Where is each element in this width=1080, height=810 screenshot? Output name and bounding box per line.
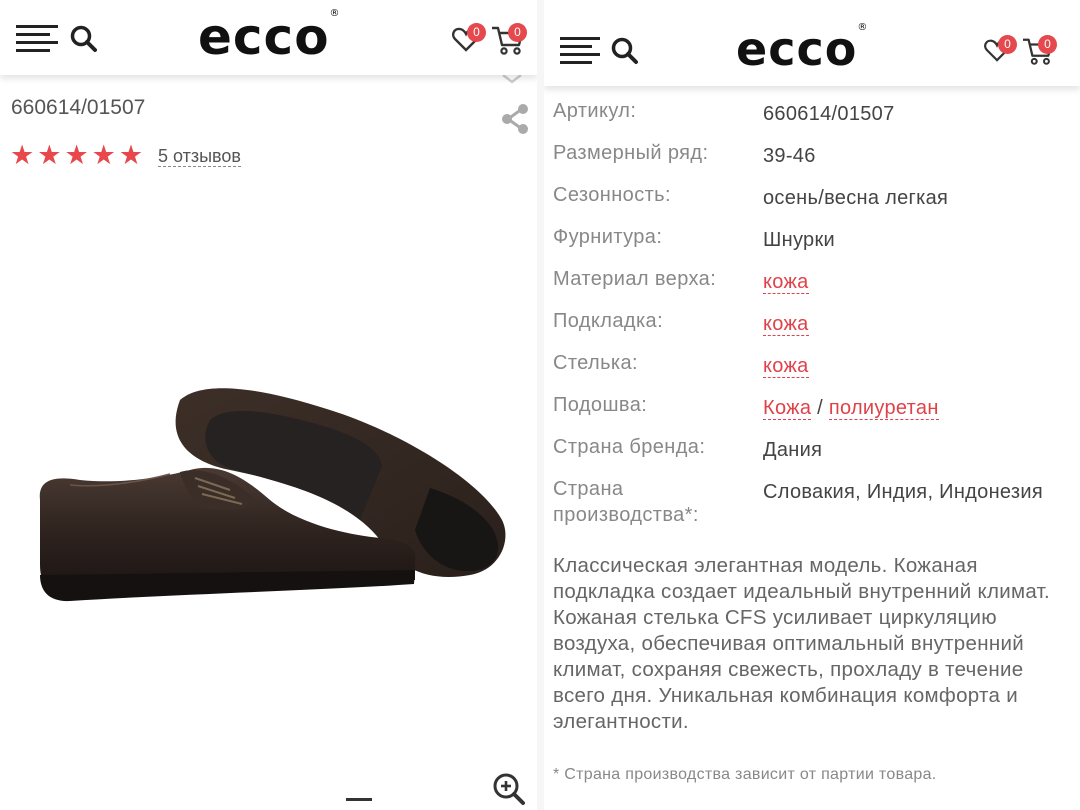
sole-material-link-polyurethane[interactable]: полиуретан [828, 397, 939, 420]
spec-label: Страна производства*: [553, 476, 763, 528]
star-icon: ★ [10, 140, 35, 170]
spec-label-line-1: Страна [553, 478, 624, 500]
spec-label-line-2: производства*: [553, 504, 699, 526]
star-icon: ★ [64, 140, 89, 170]
search-icon[interactable] [610, 36, 640, 66]
spec-row-brand-country: Страна бренда: Дания [553, 434, 1073, 463]
spec-value: осень/весна легкая [763, 187, 949, 209]
spec-value: 660614/01507 [763, 103, 895, 125]
spec-row-article: Артикул: 660614/01507 [553, 98, 1073, 127]
spec-label: Стелька: [553, 352, 638, 374]
star-icon: ★ [37, 140, 62, 170]
wishlist-button[interactable]: 0 [452, 23, 486, 56]
spec-value: Кожа / полиуретан [763, 395, 1073, 421]
top-header: ecco® 0 0 [544, 0, 1080, 86]
cart-button[interactable]: 0 [1022, 35, 1060, 68]
insole-material-link[interactable]: кожа [763, 355, 809, 378]
product-sku: 660614/01507 [11, 96, 146, 119]
screen-divider [537, 0, 544, 810]
cart-button[interactable]: 0 [491, 23, 529, 56]
wishlist-button[interactable]: 0 [984, 35, 1017, 68]
spec-label: Подошва: [553, 394, 648, 416]
spec-value: Шнурки [763, 229, 835, 251]
spec-row-fittings: Фурнитура: Шнурки [553, 224, 1073, 253]
star-icon: ★ [91, 140, 116, 170]
ecco-logo[interactable]: ecco® [736, 22, 868, 76]
spec-label: Подкладка: [553, 310, 664, 332]
cart-count-badge: 0 [508, 23, 527, 42]
spec-label: Артикул: [553, 100, 637, 122]
spec-row-sole: Подошва: Кожа / полиуретан [553, 392, 1073, 421]
search-icon[interactable] [69, 24, 99, 54]
spec-value: Словакия, Индия, Индонезия [763, 481, 1043, 503]
spec-label: Фурнитура: [553, 226, 663, 248]
product-description: Классическая элегантная модель. Кожаная … [553, 554, 1051, 733]
star-icon: ★ [118, 140, 144, 170]
spec-row-lining: Подкладка: кожа [553, 308, 1073, 337]
top-header: ecco® 0 0 [0, 0, 537, 75]
spec-row-season: Сезонность: осень/весна легкая [553, 182, 1073, 211]
sole-separator: / [817, 397, 823, 419]
spec-value: кожа [763, 353, 1073, 379]
spec-label: Страна бренда: [553, 436, 706, 458]
share-icon[interactable] [500, 103, 530, 135]
spec-row-size-range: Размерный ряд: 39-46 [553, 140, 1073, 169]
spec-value: кожа [763, 269, 1073, 295]
spec-value: Дания [763, 439, 823, 461]
spec-row-upper-material: Материал верха: кожа [553, 266, 1073, 295]
reviews-link[interactable]: 5 отзывов [158, 146, 241, 167]
spec-label: Размерный ряд: [553, 142, 709, 164]
product-specs-table: Артикул: 660614/01507 Размерный ряд: 39-… [553, 98, 1073, 541]
upper-material-link[interactable]: кожа [763, 271, 809, 294]
rating-stars: ★ ★ ★ ★ ★ [10, 142, 143, 169]
sole-material-link-leather[interactable]: Кожа [763, 397, 812, 420]
wishlist-count-badge: 0 [467, 23, 486, 42]
spec-label: Материал верха: [553, 268, 717, 290]
lining-material-link[interactable]: кожа [763, 313, 809, 336]
spec-label: Сезонность: [553, 184, 671, 206]
product-shoe-image[interactable] [30, 370, 510, 610]
product-specs-screen: ecco® 0 0 Артикул: 660614/01507 Размерны… [544, 0, 1080, 810]
menu-icon[interactable] [16, 25, 58, 52]
ecco-logo[interactable]: ecco® [198, 8, 341, 66]
cart-count-badge: 0 [1038, 35, 1057, 54]
wishlist-count-badge: 0 [998, 35, 1017, 54]
spec-value: кожа [763, 311, 1073, 337]
menu-icon[interactable] [560, 37, 602, 64]
spec-row-made-in: Страна производства*: Словакия, Индия, И… [553, 476, 1073, 528]
spec-row-insole: Стелька: кожа [553, 350, 1073, 379]
image-pagination-indicator[interactable] [346, 798, 372, 801]
country-footnote: * Страна производства зависит от партии … [553, 766, 937, 783]
spec-value: 39-46 [763, 145, 816, 167]
zoom-in-icon[interactable] [492, 772, 526, 806]
product-image-screen: ecco® 0 0 660614/01507 ★ ★ ★ ★ ★ 5 отзыв… [0, 0, 537, 810]
chevron-down-icon[interactable] [501, 74, 523, 84]
